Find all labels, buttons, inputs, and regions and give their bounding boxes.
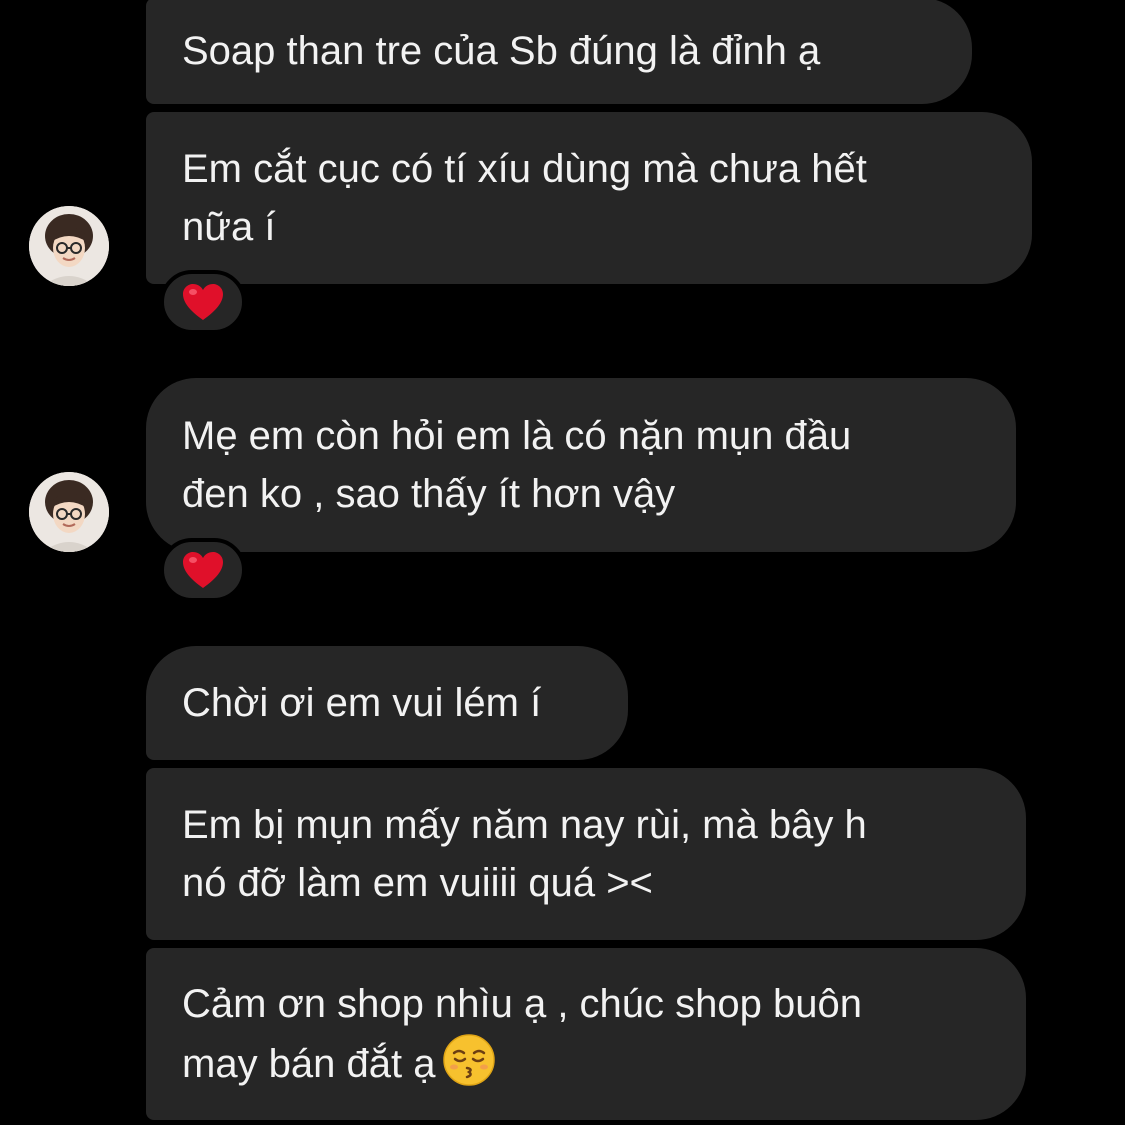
message-bubble-6[interactable]: Cảm ơn shop nhìu ạ , chúc shop buôn may … — [146, 948, 1026, 1120]
heart-icon — [183, 284, 223, 320]
message-text-with-emoji: may bán đắt ạ — [182, 1033, 990, 1093]
message-text: Mẹ em còn hỏi em là có nặn mụn đầu — [182, 414, 852, 458]
message-text: Soap than tre của Sb đúng là đỉnh ạ — [182, 29, 821, 73]
message-bubble-2[interactable]: Em cắt cục có tí xíu dùng mà chưa hết nữ… — [146, 112, 1032, 284]
message-text: Em bị mụn mấy năm nay rùi, mà bây h — [182, 803, 867, 847]
heart-icon — [183, 552, 223, 588]
message-text: nó đỡ làm em vuiiii quá >< — [182, 861, 653, 905]
message-text: Em cắt cục có tí xíu dùng mà chưa hết — [182, 147, 867, 191]
sender-avatar[interactable] — [29, 206, 109, 286]
message-text: nữa í — [182, 205, 276, 249]
sender-avatar[interactable] — [29, 472, 109, 552]
message-bubble-3[interactable]: Mẹ em còn hỏi em là có nặn mụn đầu đen k… — [146, 378, 1016, 552]
message-text: Cảm ơn shop nhìu ạ , chúc shop buôn — [182, 982, 862, 1026]
message-text: đen ko , sao thấy ít hơn vậy — [182, 472, 676, 516]
avatar-image-icon — [29, 206, 109, 286]
avatar-image-icon — [29, 472, 109, 552]
message-bubble-4[interactable]: Chời ơi em vui lém í — [146, 646, 628, 760]
reaction-badge[interactable] — [160, 270, 246, 334]
message-text: may bán đắt ạ — [182, 1042, 436, 1086]
kissing-face-emoji-icon — [442, 1033, 496, 1087]
message-bubble-5[interactable]: Em bị mụn mấy năm nay rùi, mà bây h nó đ… — [146, 768, 1026, 940]
message-text: Chời ơi em vui lém í — [182, 681, 542, 725]
message-bubble-1[interactable]: Soap than tre của Sb đúng là đỉnh ạ — [146, 0, 972, 104]
reaction-badge[interactable] — [160, 538, 246, 602]
